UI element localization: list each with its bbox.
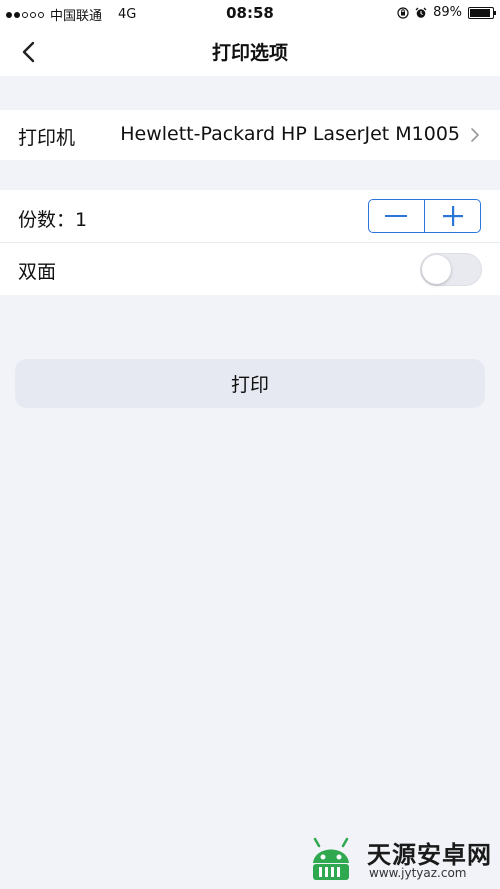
battery-percent: 89% [433,5,462,20]
printer-label: 打印机 [18,127,76,149]
copies-stepper [368,199,481,233]
watermark-title: 天源安卓网 [367,841,492,869]
status-right: 89% [397,5,496,20]
alarm-icon [415,7,427,18]
duplex-row: 双面 [0,243,500,295]
orientation-lock-icon [397,6,409,19]
printer-selector[interactable]: 打印机 Hewlett-Packard HP LaserJet M1005 [0,110,500,160]
page-title: 打印选项 [211,42,288,64]
print-button-label: 打印 [230,374,269,396]
copies-row: 份数：1 [0,190,500,243]
decrement-button[interactable] [369,200,424,232]
duplex-toggle[interactable] [420,253,482,286]
plus-icon [442,206,463,226]
printer-name: Hewlett-Packard HP LaserJet M1005 [120,123,460,145]
status-bar: 中国联通 4G 08:58 89% [0,0,500,28]
battery-icon [468,6,496,19]
watermark: 天源安卓网 www.jytyaz.com [305,833,495,885]
minus-icon [385,215,408,217]
toggle-knob [422,255,451,284]
copies-label: 份数：1 [18,209,88,231]
nav-bar: 打印选项 [0,28,500,76]
android-logo-icon [313,837,349,880]
chevron-right-icon [471,128,479,142]
print-button[interactable]: 打印 [15,359,485,408]
duplex-label: 双面 [18,261,57,283]
watermark-url: www.jytyaz.com [369,866,467,880]
increment-button[interactable] [425,200,480,232]
